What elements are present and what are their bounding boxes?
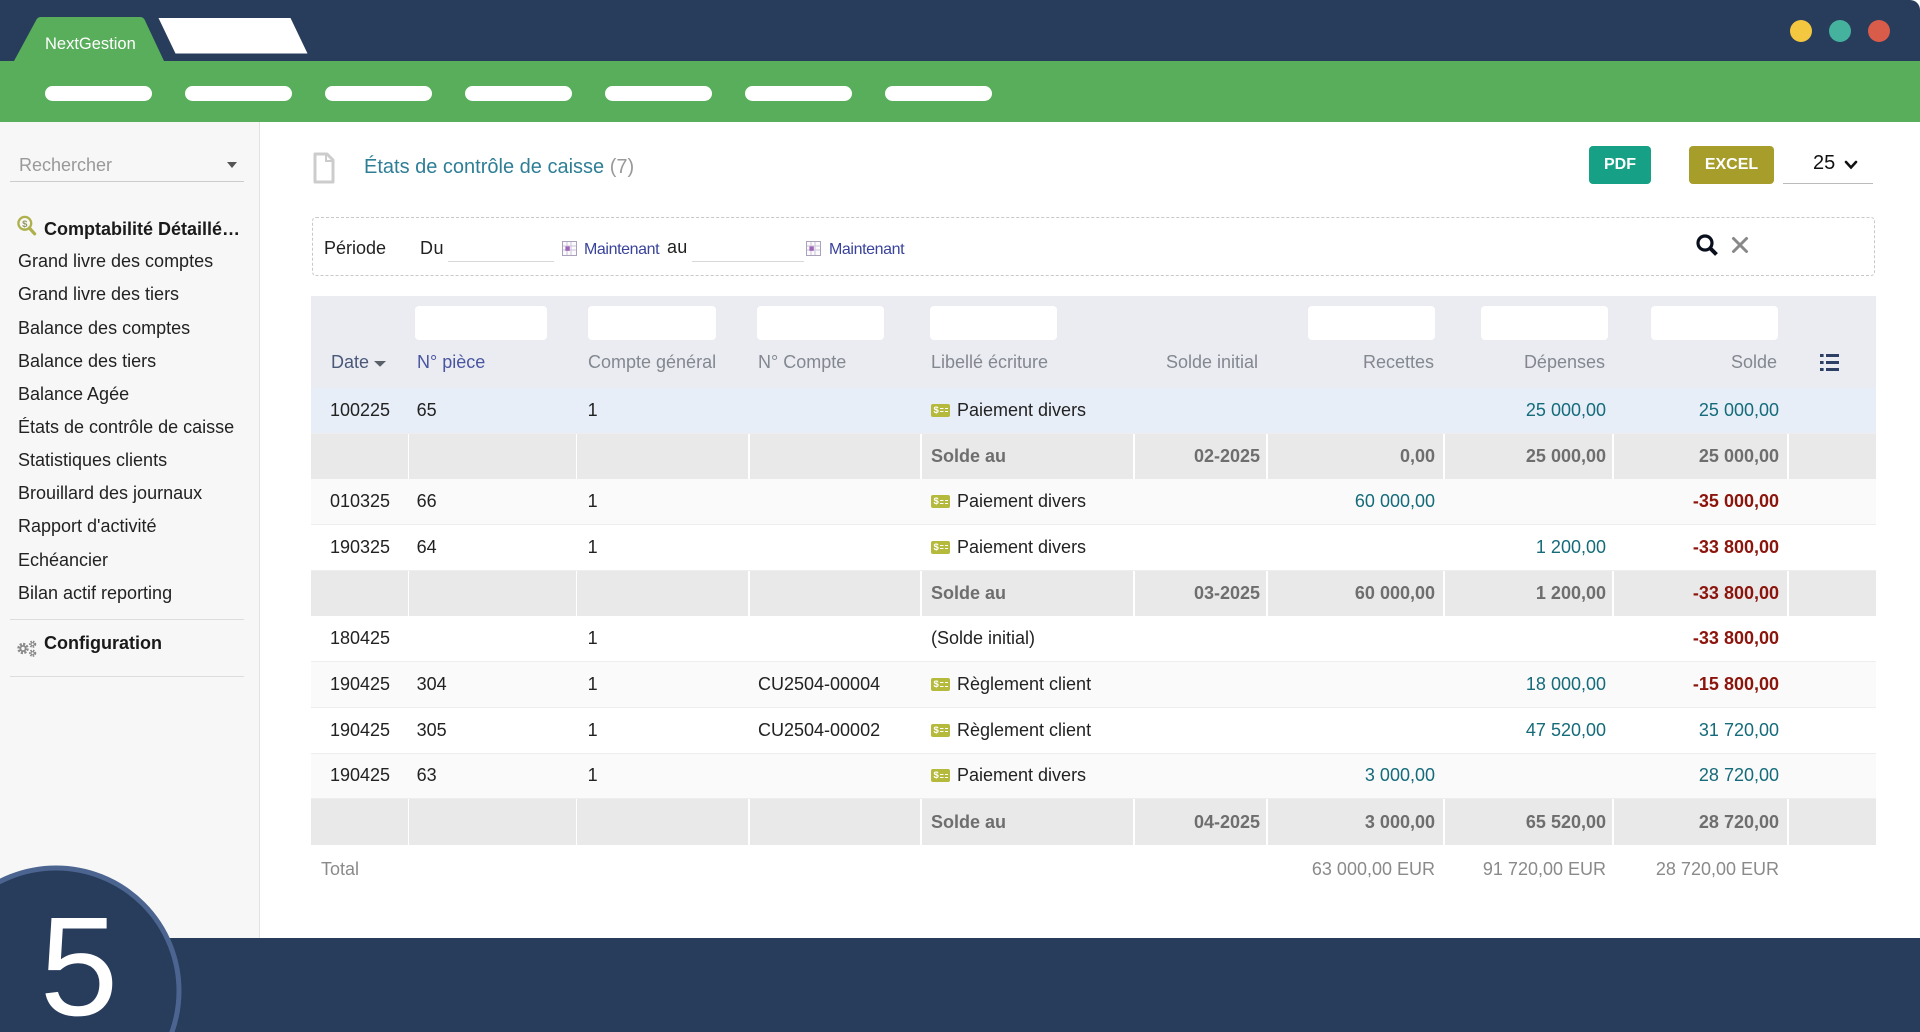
- svg-text:5: 5: [40, 887, 118, 1032]
- svg-text:$: $: [22, 219, 28, 230]
